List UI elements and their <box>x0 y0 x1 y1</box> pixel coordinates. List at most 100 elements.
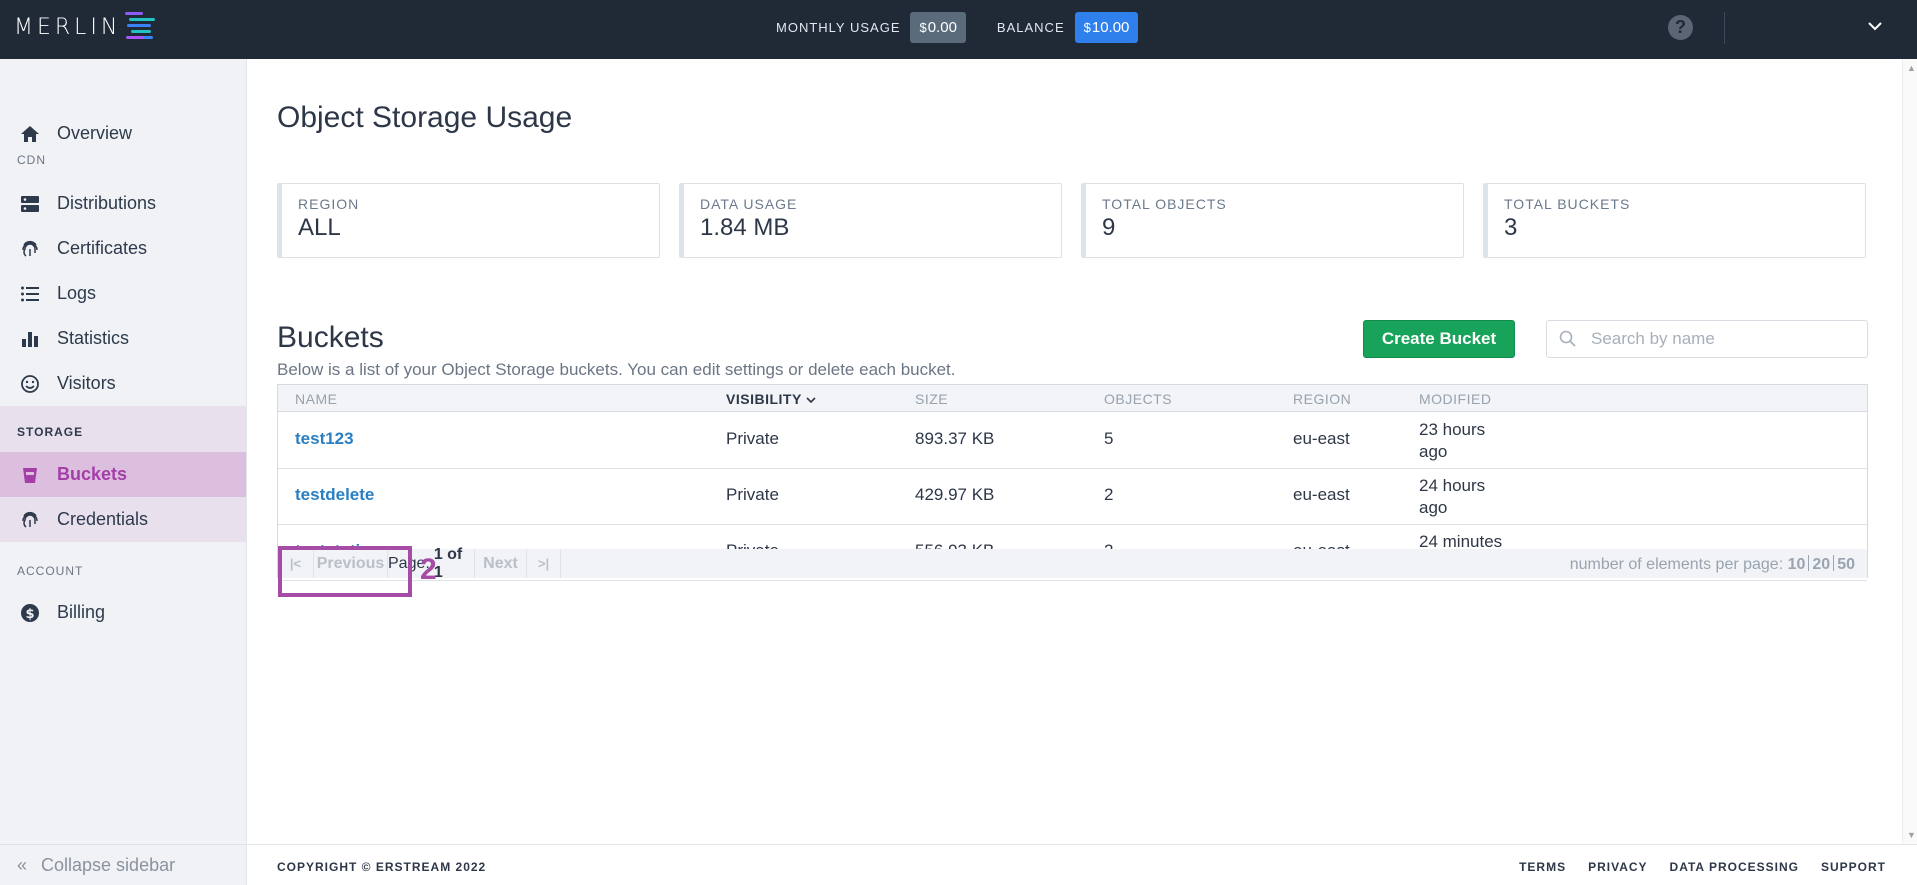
footer-link-support[interactable]: SUPPORT <box>1821 860 1886 874</box>
bucket-modified: 24 hours ago <box>1419 476 1486 517</box>
bucket-visibility: Private <box>726 429 779 448</box>
column-header-visibility[interactable]: VISIBILITY <box>726 391 816 407</box>
stat-card-value: ALL <box>298 214 341 241</box>
section-cdn: CDN <box>17 153 46 167</box>
merlin-logo[interactable]: MERLIN <box>14 9 179 45</box>
table-header: NAME VISIBILITY SIZE OBJECTS REGION MODI… <box>278 385 1867 412</box>
stat-card-label: REGION <box>298 196 360 212</box>
collapse-sidebar-label: Collapse sidebar <box>41 854 176 875</box>
buckets-subtitle: Below is a list of your Object Storage b… <box>277 360 956 379</box>
sidebar-item-overview[interactable]: Overview <box>0 111 246 156</box>
home-icon <box>19 123 41 145</box>
stat-card-region: REGION ALL <box>277 183 660 258</box>
bucket-region: eu-east <box>1293 485 1350 504</box>
stat-card-value: 1.84 MB <box>700 214 790 241</box>
bar-chart-icon <box>19 328 41 350</box>
column-header-modified[interactable]: MODIFIED <box>1419 391 1491 407</box>
bucket-name-link[interactable]: testdelete <box>295 485 374 505</box>
fingerprint-icon <box>19 509 41 531</box>
sidebar-item-buckets[interactable]: Buckets <box>0 452 246 497</box>
stat-card-data-usage: DATA USAGE 1.84 MB <box>679 183 1062 258</box>
footer-link-terms[interactable]: TERMS <box>1519 860 1566 874</box>
search-box[interactable] <box>1546 320 1868 358</box>
balance-badge[interactable]: $10.00 <box>1074 12 1139 43</box>
footer-link-privacy[interactable]: PRIVACY <box>1588 860 1647 874</box>
vertical-scrollbar[interactable]: ▲ ▼ <box>1902 59 1917 844</box>
table-row: test123 Private 893.37 KB 5 eu-east 23 h… <box>278 413 1867 469</box>
sidebar-item-label: Logs <box>57 283 97 303</box>
sidebar-item-credentials[interactable]: Credentials <box>0 497 246 542</box>
bucket-objects: 5 <box>1104 429 1114 448</box>
column-header-region[interactable]: REGION <box>1293 391 1351 407</box>
per-page-selector: number of elements per page: 10 20 50 <box>1569 555 1855 573</box>
section-account: ACCOUNT <box>17 564 84 578</box>
bucket-size: 893.37 KB <box>915 429 995 448</box>
bucket-icon <box>19 464 41 486</box>
footer-links: TERMS PRIVACY DATA PROCESSING SUPPORT <box>1497 860 1886 874</box>
top-bar: MERLIN MONTHLY USAGE $0.00 BALANCE $10.0… <box>0 0 1917 59</box>
sidebar-item-label: Statistics <box>57 328 130 348</box>
column-header-size[interactable]: SIZE <box>915 391 948 407</box>
stat-card-value: 9 <box>1102 214 1116 241</box>
dollar-circle-icon: $ <box>19 602 41 624</box>
column-header-name[interactable]: NAME <box>295 391 337 407</box>
footer: COPYRIGHT © ERSTREAM 2022 TERMS PRIVACY … <box>247 844 1917 885</box>
main-content: Object Storage Usage REGION ALL DATA USA… <box>247 59 1902 844</box>
sidebar-item-visitors[interactable]: Visitors <box>0 361 246 406</box>
search-input[interactable] <box>1591 329 1861 349</box>
copyright: COPYRIGHT © ERSTREAM 2022 <box>277 860 487 874</box>
logo-text: MERLIN <box>14 14 122 40</box>
create-bucket-button[interactable]: Create Bucket <box>1363 320 1515 358</box>
per-page-option-10[interactable]: 10 <box>1788 556 1806 573</box>
bucket-region: eu-east <box>1293 429 1350 448</box>
sidebar-item-distributions[interactable]: Distributions <box>0 181 246 226</box>
scroll-up-icon[interactable]: ▲ <box>1907 63 1916 73</box>
buckets-table: NAME VISIBILITY SIZE OBJECTS REGION MODI… <box>277 384 1868 581</box>
stat-card-total-buckets: TOTAL BUCKETS 3 <box>1483 183 1866 258</box>
stat-card-total-objects: TOTAL OBJECTS 9 <box>1081 183 1464 258</box>
bucket-modified: 23 hours ago <box>1419 420 1486 461</box>
sidebar-item-statistics[interactable]: Statistics <box>0 316 246 361</box>
list-icon <box>19 283 41 305</box>
account-menu-chevron-icon[interactable] <box>1866 17 1884 35</box>
bucket-objects: 2 <box>1104 485 1114 504</box>
scroll-down-icon[interactable]: ▼ <box>1907 830 1916 840</box>
buckets-title: Buckets <box>277 321 384 354</box>
svg-text:$: $ <box>25 607 34 622</box>
fingerprint-icon <box>19 238 41 260</box>
monthly-usage-label: MONTHLY USAGE <box>776 20 901 35</box>
next-page-button[interactable]: Next <box>475 549 527 578</box>
pagination: |< Previous Page: 1 of 1 Next >| number o… <box>278 546 1867 581</box>
search-icon <box>1559 330 1576 347</box>
per-page-option-50[interactable]: 50 <box>1837 556 1855 573</box>
footer-link-data-processing[interactable]: DATA PROCESSING <box>1670 860 1799 874</box>
section-storage: STORAGE <box>17 425 84 439</box>
sidebar-item-label: Billing <box>57 602 106 622</box>
sort-chevron-down-icon <box>806 397 816 404</box>
sidebar-item-label: Overview <box>57 123 133 143</box>
sidebar-item-label: Visitors <box>57 373 116 393</box>
bucket-name-link[interactable]: test123 <box>295 429 354 449</box>
column-header-objects[interactable]: OBJECTS <box>1104 391 1172 407</box>
sidebar-item-label: Credentials <box>57 509 149 529</box>
sidebar-item-billing[interactable]: $ Billing <box>0 590 246 635</box>
sidebar-item-label: Buckets <box>57 464 128 484</box>
monthly-usage-badge: $0.00 <box>910 12 966 43</box>
sidebar-item-logs[interactable]: Logs <box>0 271 246 316</box>
sidebar-item-certificates[interactable]: Certificates <box>0 226 246 271</box>
annotation-number: 2 <box>420 553 437 586</box>
table-row: testdelete Private 429.97 KB 2 eu-east 2… <box>278 469 1867 525</box>
collapse-sidebar-button[interactable]: « Collapse sidebar <box>0 844 246 885</box>
per-page-option-20[interactable]: 20 <box>1812 556 1830 573</box>
bucket-size: 429.97 KB <box>915 485 995 504</box>
sidebar: Overview CDN Distributions Certificates … <box>0 59 247 885</box>
smiley-icon <box>19 373 41 395</box>
balance-label: BALANCE <box>996 20 1065 35</box>
sidebar-item-label: Distributions <box>57 193 157 213</box>
help-icon[interactable]: ? <box>1668 15 1693 40</box>
topbar-divider <box>1724 12 1725 44</box>
stat-card-value: 3 <box>1504 214 1518 241</box>
double-chevron-left-icon: « <box>17 854 28 875</box>
last-page-button[interactable]: >| <box>527 549 561 578</box>
usage-summary: MONTHLY USAGE $0.00 BALANCE $10.00 <box>776 12 1139 43</box>
